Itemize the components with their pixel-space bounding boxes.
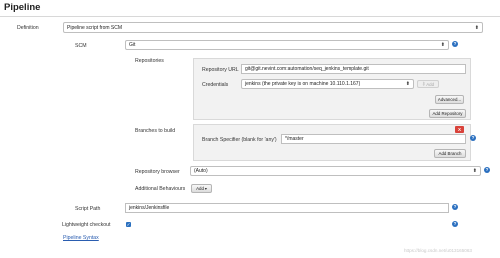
branch-specifier-input[interactable]: */master xyxy=(281,134,466,144)
add-behaviour-label: Add xyxy=(196,186,204,191)
credentials-label: Credentials xyxy=(202,82,229,88)
chevron-updown-icon: ⬍ xyxy=(405,81,410,87)
delete-branch-button[interactable]: X xyxy=(455,126,464,133)
repository-url-input[interactable]: git@git.nevint.com:automation/seq_jenkin… xyxy=(241,64,466,74)
add-credentials-label: Add xyxy=(426,81,435,87)
add-branch-button[interactable]: Add Branch xyxy=(434,149,466,158)
checkmark-icon: ✓ xyxy=(126,222,131,227)
repository-url-label: Repository URL xyxy=(202,67,239,73)
caret-down-icon: ▾ xyxy=(204,186,207,191)
pipeline-syntax-link[interactable]: Pipeline Syntax xyxy=(63,235,99,241)
definition-select-value: Pipeline script from SCM xyxy=(67,24,123,31)
lightweight-checkout-checkbox[interactable]: ✓ xyxy=(126,222,131,227)
definition-select[interactable]: Pipeline script from SCM ⬍ xyxy=(63,22,483,33)
add-behaviour-button[interactable]: Add ▾ xyxy=(191,184,212,193)
key-icon: ⚷ xyxy=(421,81,426,86)
branches-label: Branches to build xyxy=(135,128,176,134)
question-circle-icon[interactable]: ? xyxy=(452,204,458,210)
advanced-button[interactable]: Advanced... xyxy=(435,95,464,104)
repositories-label: Repositories xyxy=(135,58,164,64)
chevron-updown-icon: ⬍ xyxy=(474,24,479,31)
additional-behaviours-label: Additional Behaviours xyxy=(135,186,186,192)
scm-select[interactable]: Git ⬍ xyxy=(125,40,449,50)
add-credentials-button[interactable]: ⚷ Add xyxy=(417,80,439,88)
title-divider xyxy=(0,16,500,17)
credentials-select-value: jenkins (the private key is on machine 1… xyxy=(245,81,361,87)
branch-specifier-label: Branch Specifier (blank for 'any') xyxy=(202,137,277,143)
branch-specifier-value: */master xyxy=(285,136,304,142)
add-repository-button[interactable]: Add Repository xyxy=(429,109,466,118)
credentials-select[interactable]: jenkins (the private key is on machine 1… xyxy=(241,79,414,89)
script-path-value: jenkins/Jenkinsfile xyxy=(129,205,170,211)
chevron-updown-icon: ⬍ xyxy=(440,42,445,48)
scm-label: SCM xyxy=(75,43,87,49)
question-circle-icon[interactable]: ? xyxy=(484,167,490,173)
scm-select-value: Git xyxy=(129,42,136,48)
watermark-text: https://blog.csdn.net/u013165063 xyxy=(404,248,472,253)
script-path-label: Script Path xyxy=(75,206,101,212)
repository-url-value: git@git.nevint.com:automation/seq_jenkin… xyxy=(245,66,369,72)
repository-browser-label: Repository browser xyxy=(135,169,180,175)
question-circle-icon[interactable]: ? xyxy=(452,221,458,227)
script-path-input[interactable]: jenkins/Jenkinsfile xyxy=(125,203,449,213)
question-circle-icon[interactable]: ? xyxy=(470,135,476,141)
chevron-updown-icon: ⬍ xyxy=(472,168,477,174)
page-title: Pipeline xyxy=(4,2,41,13)
question-circle-icon[interactable]: ? xyxy=(452,41,458,47)
lightweight-checkout-label: Lightweight checkout xyxy=(62,222,111,228)
repository-browser-select[interactable]: (Auto) ⬍ xyxy=(190,166,481,176)
definition-label: Definition xyxy=(17,25,39,31)
repository-browser-value: (Auto) xyxy=(194,168,208,174)
